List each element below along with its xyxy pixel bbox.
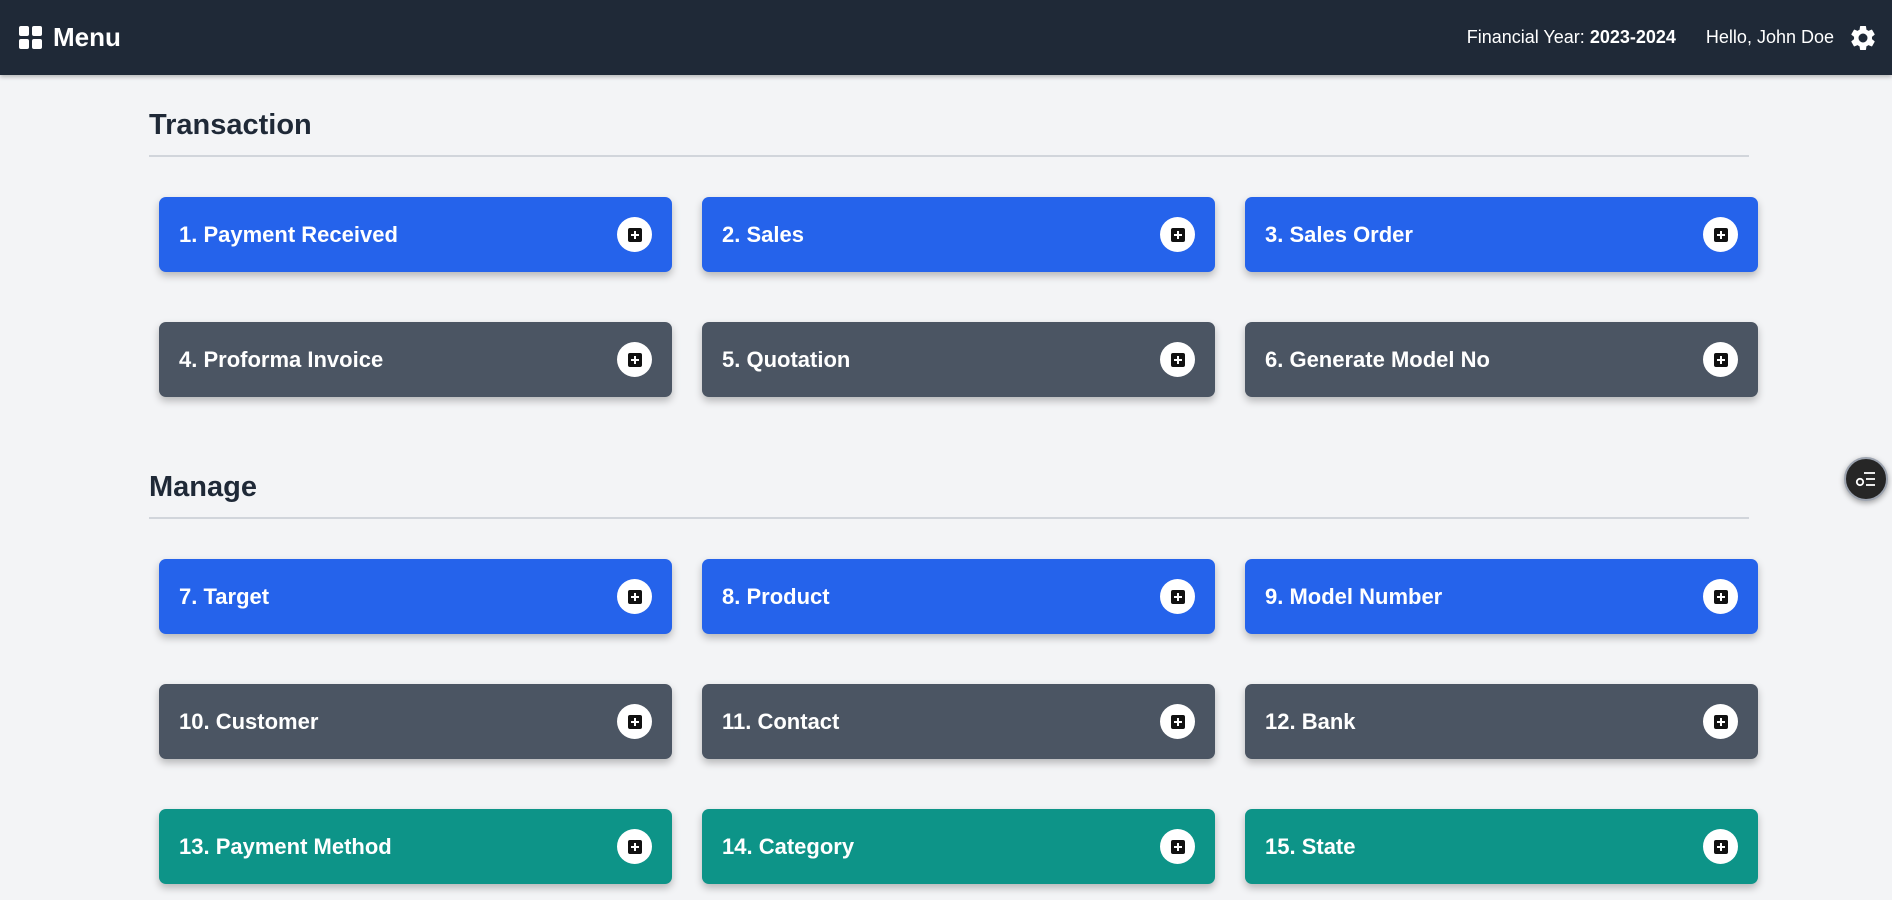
card-customer[interactable]: 10. Customer	[159, 684, 672, 759]
card-quotation[interactable]: 5. Quotation	[702, 322, 1215, 397]
card-label: 8. Product	[722, 583, 830, 609]
card-label: 14. Category	[722, 833, 855, 859]
card-target[interactable]: 7. Target	[159, 559, 672, 634]
card-product[interactable]: 8. Product	[702, 559, 1215, 634]
plus-square-icon[interactable]	[1703, 704, 1738, 739]
list-settings-icon	[1855, 472, 1875, 487]
gear-icon[interactable]	[1848, 23, 1878, 53]
card-label: 5. Quotation	[722, 346, 851, 372]
plus-square-icon[interactable]	[1160, 579, 1195, 614]
menu-toggle[interactable]: Menu	[19, 0, 121, 75]
section-divider	[149, 155, 1749, 157]
card-label: 10. Customer	[179, 708, 319, 734]
card-sales-order[interactable]: 3. Sales Order	[1245, 197, 1758, 272]
plus-square-icon[interactable]	[617, 829, 652, 864]
plus-square-icon[interactable]	[1703, 829, 1738, 864]
card-state[interactable]: 15. State	[1245, 809, 1758, 884]
card-label: 2. Sales	[722, 221, 804, 247]
card-label: 11. Contact	[722, 708, 840, 734]
card-label: 3. Sales Order	[1265, 221, 1413, 247]
plus-square-icon[interactable]	[1703, 217, 1738, 252]
plus-square-icon[interactable]	[1160, 217, 1195, 252]
card-generate-model-no[interactable]: 6. Generate Model No	[1245, 322, 1758, 397]
card-contact[interactable]: 11. Contact	[702, 684, 1215, 759]
card-label: 6. Generate Model No	[1265, 346, 1490, 372]
card-label: 7. Target	[179, 583, 270, 609]
card-proforma-invoice[interactable]: 4. Proforma Invoice	[159, 322, 672, 397]
plus-square-icon[interactable]	[617, 342, 652, 377]
card-category[interactable]: 14. Category	[702, 809, 1215, 884]
user-greeting: Hello, John Doe	[1705, 27, 1834, 47]
card-label: 15. State	[1265, 833, 1356, 859]
plus-square-icon[interactable]	[617, 704, 652, 739]
financial-year-label: Financial Year:	[1466, 27, 1585, 47]
section-title-manage: Manage	[149, 471, 257, 503]
card-label: 4. Proforma Invoice	[179, 346, 384, 372]
grid-icon	[19, 26, 42, 49]
card-payment-received[interactable]: 1. Payment Received	[159, 197, 672, 272]
card-bank[interactable]: 12. Bank	[1245, 684, 1758, 759]
menu-label[interactable]: Menu	[53, 22, 121, 53]
card-model-number[interactable]: 9. Model Number	[1245, 559, 1758, 634]
card-label: 13. Payment Method	[179, 833, 392, 859]
plus-square-icon[interactable]	[1160, 829, 1195, 864]
top-navbar: Menu Financial Year: 2023-2024 Hello, Jo…	[0, 0, 1892, 75]
plus-square-icon[interactable]	[1703, 342, 1738, 377]
card-sales[interactable]: 2. Sales	[702, 197, 1215, 272]
card-label: 9. Model Number	[1265, 583, 1443, 609]
card-label: 12. Bank	[1265, 708, 1356, 734]
plus-square-icon[interactable]	[617, 217, 652, 252]
plus-square-icon[interactable]	[1160, 704, 1195, 739]
user-area: Financial Year: 2023-2024 Hello, John Do…	[1467, 0, 1878, 75]
section-title-transaction: Transaction	[149, 109, 312, 141]
floating-action-button[interactable]	[1844, 457, 1888, 501]
plus-square-icon[interactable]	[1703, 579, 1738, 614]
section-divider	[149, 517, 1749, 519]
card-label: 1. Payment Received	[179, 221, 398, 247]
plus-square-icon[interactable]	[1160, 342, 1195, 377]
plus-square-icon[interactable]	[617, 579, 652, 614]
financial-year-value: 2023-2024	[1589, 27, 1676, 47]
card-payment-method[interactable]: 13. Payment Method	[159, 809, 672, 884]
